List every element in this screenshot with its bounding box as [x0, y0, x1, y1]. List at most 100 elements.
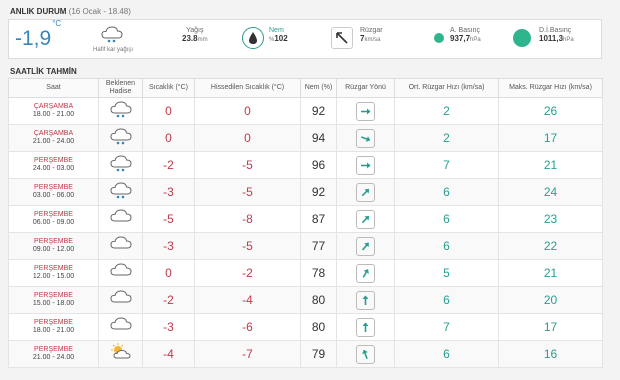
snow-cloud-icon [109, 154, 132, 176]
avg-wind-value: 6 [443, 293, 450, 307]
temperature-value: -3 [163, 320, 174, 334]
hourly-forecast-table: Saat Beklenen Hadise Sıcaklık (°C) Hisse… [8, 78, 603, 368]
feels-like-cell: -4 [194, 286, 301, 314]
col-feels-like: Hissedilen Sıcaklık (°C) [194, 78, 301, 98]
col-temperature: Sıcaklık (°C) [142, 78, 195, 98]
day-label: PERŞEMBE [34, 238, 73, 245]
time-cell: PERŞEMBE 06.00 - 09.00 [8, 205, 99, 233]
table-row: ÇARŞAMBA 18.00 - 21.00 0 0 92 2 26 [8, 97, 603, 125]
temperature-value: 0 [165, 104, 172, 118]
humidity-cell: 77 [300, 232, 337, 260]
feels-like-value: -5 [242, 158, 253, 172]
humidity-cell: 92 [300, 178, 337, 206]
max-wind-value: 17 [543, 131, 558, 145]
avg-wind-cell: 7 [394, 313, 499, 341]
wind-direction-icon [331, 27, 353, 49]
expected-event-cell [98, 151, 143, 179]
col-wind-direction: Rüzgar Yönü [336, 78, 395, 98]
wind-direction-cell [336, 124, 395, 152]
temperature-cell: -3 [142, 313, 195, 341]
sea-pressure-dot-icon [513, 29, 531, 47]
temperature-value: -3 [163, 185, 174, 199]
feels-like-cell: -7 [194, 340, 301, 368]
wind-direction-cell [336, 259, 395, 287]
wind-arrow-icon [356, 182, 375, 202]
wind-direction-cell [336, 178, 395, 206]
cloud-icon [109, 262, 132, 284]
table-row: PERŞEMBE 18.00 - 21.00 -3 -6 80 7 17 [8, 313, 603, 341]
day-label: PERŞEMBE [34, 157, 73, 164]
expected-event-cell [98, 232, 143, 260]
feels-like-cell: -5 [194, 232, 301, 260]
humidity-value: 80 [311, 293, 326, 307]
wind-direction-cell [336, 232, 395, 260]
temperature-value: -2 [163, 293, 174, 307]
temperature-cell: 0 [142, 97, 195, 125]
feels-like-value: -7 [242, 347, 253, 361]
humidity-value: 80 [311, 320, 326, 334]
time-cell: ÇARŞAMBA 18.00 - 21.00 [8, 97, 99, 125]
col-max-wind: Maks. Rüzgar Hızı (km/sa) [498, 78, 603, 98]
expected-event-cell [98, 313, 143, 341]
max-wind-value: 17 [543, 320, 558, 334]
avg-wind-cell: 6 [394, 205, 499, 233]
temperature-value: 0 [165, 131, 172, 145]
feels-like-value: 0 [244, 104, 251, 118]
max-wind-cell: 21 [498, 151, 603, 179]
expected-event-cell [98, 340, 143, 368]
day-label: PERŞEMBE [34, 292, 73, 299]
temperature-cell: 0 [142, 124, 195, 152]
expected-event-cell [98, 286, 143, 314]
max-wind-cell: 23 [498, 205, 603, 233]
temperature-cell: -2 [142, 286, 195, 314]
humidity-cell: 78 [300, 259, 337, 287]
expected-event-cell [98, 97, 143, 125]
feels-like-cell: -2 [194, 259, 301, 287]
avg-wind-cell: 2 [394, 97, 499, 125]
pressure-block: A. Basınç 937,7hPa [450, 27, 481, 43]
max-wind-value: 21 [543, 158, 558, 172]
pressure-dot-icon [434, 33, 444, 43]
table-row: PERŞEMBE 09.00 - 12.00 -3 -5 77 6 22 [8, 232, 603, 260]
col-expected-event: Beklenen Hadise [98, 78, 143, 98]
snow-cloud-icon [109, 181, 132, 203]
temperature-cell: -2 [142, 151, 195, 179]
time-cell: PERŞEMBE 24.00 - 03.00 [8, 151, 99, 179]
feels-like-value: 0 [244, 131, 251, 145]
day-label: PERŞEMBE [34, 265, 73, 272]
cloud-icon [109, 289, 132, 311]
avg-wind-cell: 2 [394, 124, 499, 152]
time-cell: PERŞEMBE 21.00 - 24.00 [8, 340, 99, 368]
wind-arrow-icon [356, 128, 375, 148]
day-label: PERŞEMBE [34, 211, 73, 218]
hour-range: 21.00 - 24.00 [32, 354, 75, 361]
day-label: PERŞEMBE [34, 184, 73, 191]
wind-arrow-icon [356, 290, 375, 310]
feels-like-value: -6 [242, 320, 253, 334]
time-cell: ÇARŞAMBA 21.00 - 24.00 [8, 124, 99, 152]
expected-event-cell [98, 205, 143, 233]
current-title: ANLIK DURUM (16 Ocak - 18.48) [10, 7, 131, 16]
humidity-value: 94 [311, 131, 326, 145]
temperature-value: -2 [163, 158, 174, 172]
humidity-value: 77 [311, 239, 326, 253]
max-wind-cell: 21 [498, 259, 603, 287]
hour-range: 06.00 - 09.00 [32, 219, 75, 226]
humidity-label: Nem [269, 27, 284, 34]
temperature-cell: -3 [142, 232, 195, 260]
wind-arrow-icon [356, 317, 375, 337]
time-cell: PERŞEMBE 15.00 - 18.00 [8, 286, 99, 314]
humidity-block: Nem %102 [269, 27, 288, 43]
time-cell: PERŞEMBE 09.00 - 12.00 [8, 232, 99, 260]
humidity-value: 92 [311, 185, 326, 199]
wind-direction-cell [336, 151, 395, 179]
feels-like-cell: 0 [194, 97, 301, 125]
avg-wind-cell: 6 [394, 340, 499, 368]
feels-like-value: -8 [242, 212, 253, 226]
max-wind-value: 20 [543, 293, 558, 307]
max-wind-value: 23 [543, 212, 558, 226]
max-wind-value: 26 [543, 104, 558, 118]
max-wind-cell: 17 [498, 124, 603, 152]
humidity-value: 96 [311, 158, 326, 172]
temperature-cell: -3 [142, 178, 195, 206]
